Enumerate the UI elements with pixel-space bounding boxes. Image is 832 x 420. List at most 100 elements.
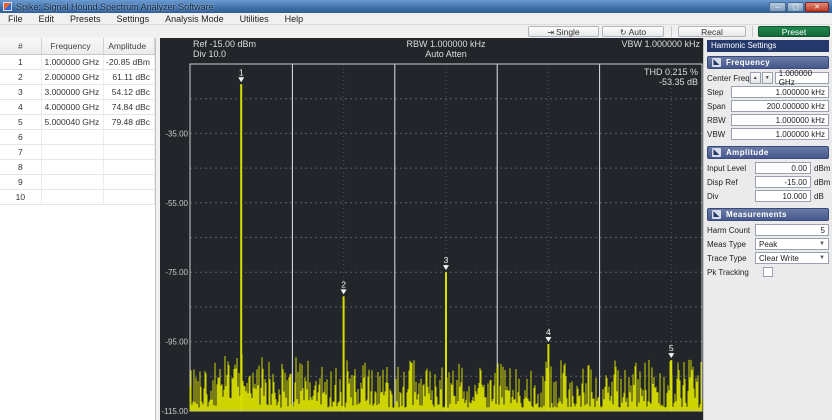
section-header-measurements[interactable]: ◣Measurements	[707, 208, 829, 221]
rbw-input[interactable]: 1.000000 kHz	[731, 114, 829, 126]
meas-type-value: Peak	[759, 240, 777, 249]
spin-up-button[interactable]: ▲	[750, 72, 761, 84]
cell-num[interactable]: 9	[0, 175, 42, 189]
cell-num[interactable]: 4	[0, 100, 42, 114]
collapse-icon[interactable]: ◣	[712, 148, 721, 157]
cell-amplitude[interactable]	[104, 130, 155, 144]
center-freq-input[interactable]: 1.000000 GHz	[775, 72, 829, 84]
trace-type-value: Clear Write	[759, 254, 799, 263]
cell-num[interactable]: 8	[0, 160, 42, 174]
menu-item-settings[interactable]: Settings	[109, 13, 158, 25]
cell-frequency[interactable]	[42, 190, 105, 204]
cell-amplitude[interactable]: 61.11 dBc	[104, 70, 155, 84]
disp-ref-input[interactable]: -15.00	[755, 176, 811, 188]
trace-type-label: Trace Type	[707, 254, 747, 263]
menu-item-edit[interactable]: Edit	[31, 13, 63, 25]
cell-num[interactable]: 3	[0, 85, 42, 99]
cell-frequency[interactable]	[42, 145, 105, 159]
app-icon	[3, 2, 12, 11]
y-axis-label: -115.00	[161, 407, 188, 416]
div-label: Div	[707, 192, 719, 201]
table-row: 33.000000 GHz54.12 dBc	[0, 85, 155, 100]
cell-num[interactable]: 5	[0, 115, 42, 129]
pk-tracking-checkbox[interactable]	[763, 267, 773, 277]
close-button[interactable]: ✕	[805, 2, 829, 12]
column-header-num[interactable]: #	[0, 38, 42, 54]
marker-number: 1	[239, 67, 244, 77]
meas-type-dropdown[interactable]: Peak▼	[755, 238, 829, 250]
rbw-label: RBW	[707, 116, 726, 125]
cell-num[interactable]: 10	[0, 190, 42, 204]
column-header-frequency[interactable]: Frequency	[42, 38, 105, 54]
cell-frequency[interactable]	[42, 130, 105, 144]
window-title: Spike: Signal Hound Spectrum Analyzer So…	[16, 2, 214, 12]
single-icon: ⇥	[547, 28, 554, 37]
cell-num[interactable]: 7	[0, 145, 42, 159]
span-label: Span	[707, 102, 726, 111]
cell-frequency[interactable]: 4.000000 GHz	[42, 100, 105, 114]
trace-type-dropdown[interactable]: Clear Write▼	[755, 252, 829, 264]
y-axis-label: -55.00	[165, 199, 188, 208]
single-button[interactable]: ⇥Single	[528, 26, 599, 37]
thd-db-readout: -53.35 dB	[659, 77, 698, 87]
cell-num[interactable]: 1	[0, 55, 42, 69]
cell-amplitude[interactable]	[104, 145, 155, 159]
vbw-label: VBW	[707, 130, 725, 139]
input-level-field: Input Level0.00dBm	[707, 162, 829, 174]
table-header-row: # Frequency Amplitude	[0, 38, 155, 55]
cell-frequency[interactable]	[42, 160, 105, 174]
menu-item-file[interactable]: File	[0, 13, 31, 25]
div-input[interactable]: 10.000	[755, 190, 811, 202]
table-row: 22.000000 GHz61.11 dBc	[0, 70, 155, 85]
cell-amplitude[interactable]: 54.12 dBc	[104, 85, 155, 99]
cell-frequency[interactable]: 1.000000 GHz	[42, 55, 105, 69]
cell-frequency[interactable]	[42, 175, 105, 189]
minimize-button[interactable]: –	[769, 2, 786, 12]
cell-amplitude[interactable]	[104, 190, 155, 204]
step-input[interactable]: 1.000000 kHz	[731, 86, 829, 98]
table-row: 44.000000 GHz74.84 dBc	[0, 100, 155, 115]
cell-num[interactable]: 2	[0, 70, 42, 84]
section-header-amplitude[interactable]: ◣ Amplitude	[707, 146, 829, 159]
marker-number: 3	[444, 255, 449, 265]
cell-frequency[interactable]: 2.000000 GHz	[42, 70, 105, 84]
cell-frequency[interactable]: 5.000040 GHz	[42, 115, 105, 129]
harm-count-input[interactable]: 5	[755, 224, 829, 236]
harm-count-field: Harm Count5	[707, 224, 829, 236]
cell-num[interactable]: 6	[0, 130, 42, 144]
column-header-amplitude[interactable]: Amplitude	[104, 38, 155, 54]
cell-amplitude[interactable]: 74.84 dBc	[104, 100, 155, 114]
menu-item-utilities[interactable]: Utilities	[232, 13, 277, 25]
spin-down-button[interactable]: ▼	[762, 72, 773, 84]
toolbar-separator	[752, 26, 753, 37]
recal-button[interactable]: Recal	[678, 26, 746, 37]
cell-amplitude[interactable]: -20.85 dBm	[104, 55, 155, 69]
section-title: Amplitude	[726, 148, 769, 157]
preset-button[interactable]: Preset	[758, 26, 830, 37]
input-level-input[interactable]: 0.00	[755, 162, 811, 174]
maximize-button[interactable]: ▢	[787, 2, 804, 12]
auto-button[interactable]: ↻Auto	[602, 26, 664, 37]
title-bar: Spike: Signal Hound Spectrum Analyzer So…	[0, 0, 832, 13]
spectrum-canvas[interactable]: 12345-35.00-55.00-75.00-95.00-115.00Ref …	[160, 38, 703, 420]
vbw-input[interactable]: 1.000000 kHz	[731, 128, 829, 140]
menu-bar: FileEditPresetsSettingsAnalysis ModeUtil…	[0, 13, 832, 25]
panel-title: Harmonic Settings	[707, 40, 829, 52]
span-input[interactable]: 200.000000 kHz	[731, 100, 829, 112]
collapse-icon[interactable]: ◣	[712, 58, 721, 67]
table-row: 10	[0, 190, 155, 205]
cell-frequency[interactable]: 3.000000 GHz	[42, 85, 105, 99]
div-readout: Div 10.0	[193, 49, 226, 59]
collapse-icon[interactable]: ◣	[712, 210, 721, 219]
menu-item-help[interactable]: Help	[277, 13, 312, 25]
section-header-frequency[interactable]: ◣Frequency	[707, 56, 829, 69]
table-row: 55.000040 GHz79.48 dBc	[0, 115, 155, 130]
cell-amplitude[interactable]	[104, 160, 155, 174]
menu-item-analysis-mode[interactable]: Analysis Mode	[157, 13, 232, 25]
cell-amplitude[interactable]: 79.48 dBc	[104, 115, 155, 129]
menu-item-presets[interactable]: Presets	[62, 13, 109, 25]
div-unit: dB	[811, 192, 829, 201]
input-level-label: Input Level	[707, 164, 746, 173]
cell-amplitude[interactable]	[104, 175, 155, 189]
harmonics-table: # Frequency Amplitude 11.000000 GHz-20.8…	[0, 38, 156, 420]
